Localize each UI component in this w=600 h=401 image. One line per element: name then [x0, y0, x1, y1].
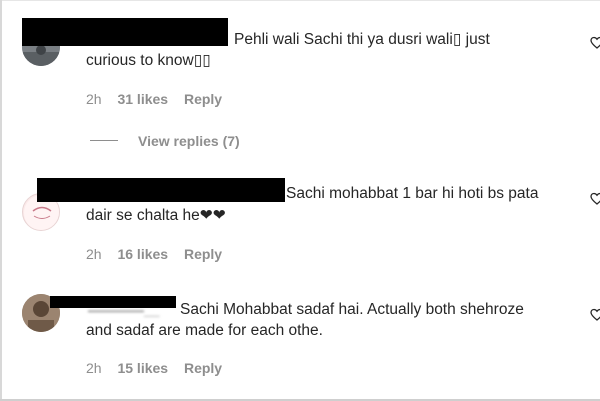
comment-text-line-2: dair se chalta he❤❤	[86, 207, 226, 224]
view-replies-label: View replies (7)	[138, 133, 240, 149]
comment-text-line-1: Pehli wali Sachi thi ya dusri wali▯ just	[234, 31, 490, 48]
comment-text-line-2: curious to know▯▯	[86, 52, 211, 69]
view-replies-button[interactable]: View replies (7)	[90, 133, 240, 149]
comment-meta: 2h 31 likes Reply	[86, 91, 222, 107]
likes-count[interactable]: 31 likes	[117, 91, 168, 107]
heart-icon[interactable]	[590, 192, 600, 206]
heart-icon[interactable]	[590, 36, 600, 50]
comment-text-line-1: Sachi mohabbat 1 bar hi hoti bs pata	[286, 185, 539, 202]
comment-2: Sachi mohabbat 1 bar hi hoti bs pata dai…	[0, 160, 600, 280]
replies-divider-line	[90, 139, 118, 141]
reply-button[interactable]: Reply	[184, 91, 222, 107]
comment-1: Pehli wali Sachi thi ya dusri wali▯ just…	[0, 0, 600, 160]
comment-meta: 2h 16 likes Reply	[86, 246, 222, 262]
timestamp: 2h	[86, 246, 102, 262]
blurred-username[interactable]: ————__	[88, 302, 160, 318]
comment-meta: 2h 15 likes Reply	[86, 360, 222, 376]
reply-button[interactable]: Reply	[184, 246, 222, 262]
likes-count[interactable]: 15 likes	[117, 360, 168, 376]
timestamp: 2h	[86, 91, 102, 107]
comment-text-line-1: Sachi Mohabbat sadaf hai. Actually both …	[180, 301, 524, 318]
redacted-username	[22, 18, 228, 46]
comment-text-line-2: and sadaf are made for each othe.	[86, 322, 323, 339]
timestamp: 2h	[86, 360, 102, 376]
reply-button[interactable]: Reply	[184, 360, 222, 376]
heart-icon[interactable]	[590, 308, 600, 322]
likes-count[interactable]: 16 likes	[117, 246, 168, 262]
comment-3: ————__ Sachi Mohabbat sadaf hai. Actuall…	[0, 280, 600, 401]
redacted-username	[37, 178, 285, 202]
